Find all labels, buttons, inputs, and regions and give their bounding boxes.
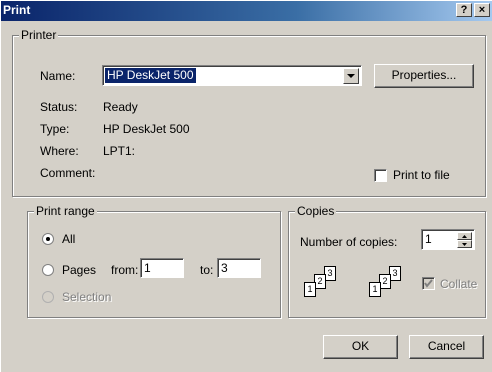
to-label: to: [200, 263, 214, 277]
to-value: 3 [221, 261, 228, 275]
to-input[interactable]: 3 [217, 258, 261, 278]
where-value: LPT1: [103, 144, 136, 158]
from-label: from: [111, 263, 139, 277]
checkmark-icon [424, 279, 433, 288]
print-range-group-label: Print range [34, 204, 97, 218]
collate-page: 1 [304, 282, 316, 297]
properties-button[interactable]: Properties... [374, 64, 474, 88]
selection-label[interactable]: Selection [62, 290, 111, 304]
printer-group-label: Printer [19, 28, 59, 42]
close-button[interactable]: × [474, 3, 490, 17]
collate-checkbox[interactable] [422, 277, 435, 290]
collate-page: 1 [369, 282, 381, 297]
all-radio[interactable] [42, 233, 54, 245]
radio-selected-dot [46, 237, 50, 241]
print-to-file-checkbox[interactable] [374, 169, 387, 182]
title-bar[interactable]: Print ? × [1, 1, 492, 21]
number-of-copies-label: Number of copies: [300, 235, 398, 249]
ok-button[interactable]: OK [323, 335, 398, 359]
all-label[interactable]: All [62, 232, 75, 246]
help-button[interactable]: ? [456, 3, 472, 17]
print-to-file-label[interactable]: Print to file [393, 168, 450, 182]
print-dialog: Print ? × Printer Name: HP DeskJet 500 P… [0, 0, 492, 372]
window-title: Print [3, 3, 31, 17]
from-value: 1 [144, 261, 151, 275]
copies-spinner[interactable]: 1 [421, 229, 475, 250]
copies-group-label: Copies [295, 204, 337, 218]
spin-down-button[interactable] [457, 240, 472, 248]
copies-group: Copies [288, 204, 486, 318]
name-label: Name: [40, 69, 76, 83]
spin-up-icon [462, 235, 467, 238]
spin-up-button[interactable] [457, 232, 472, 240]
comment-label: Comment: [40, 166, 96, 180]
spin-down-icon [462, 243, 467, 246]
from-input[interactable]: 1 [140, 258, 184, 278]
collate-label[interactable]: Collate [440, 277, 477, 291]
status-value: Ready [103, 100, 138, 114]
status-label: Status: [40, 100, 78, 114]
cancel-button[interactable]: Cancel [409, 335, 484, 359]
type-value: HP DeskJet 500 [103, 122, 190, 136]
pages-radio[interactable] [42, 264, 54, 276]
selection-radio[interactable] [42, 291, 54, 303]
where-label: Where: [40, 144, 79, 158]
pages-label[interactable]: Pages [62, 263, 96, 277]
printer-name-select[interactable]: HP DeskJet 500 [102, 65, 362, 86]
printer-dropdown-button[interactable] [343, 68, 359, 84]
type-label: Type: [40, 122, 70, 136]
chevron-down-icon [347, 74, 355, 78]
copies-value: 1 [425, 232, 432, 246]
printer-name-value: HP DeskJet 500 [104, 67, 197, 84]
